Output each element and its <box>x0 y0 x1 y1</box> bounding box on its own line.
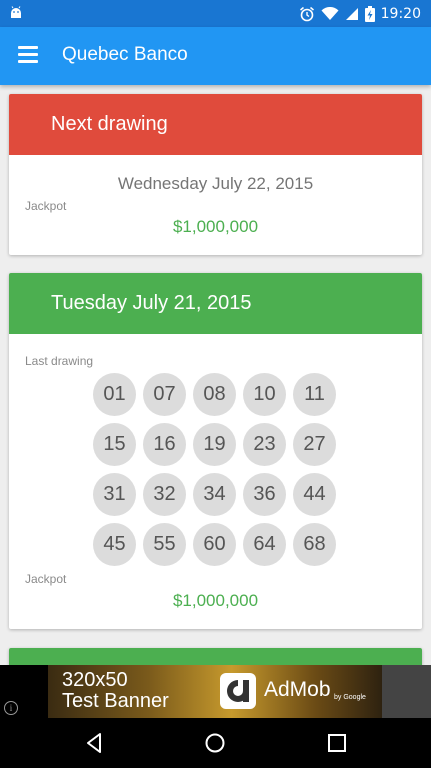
next-drawing-header: Next drawing <box>9 94 422 155</box>
status-time: 19:20 <box>380 5 421 22</box>
admob-logo-icon <box>220 673 256 709</box>
navigation-bar <box>0 718 431 768</box>
cell-signal-icon <box>345 7 358 20</box>
number-ball: 45 <box>93 523 136 566</box>
next-drawing-card: Next drawing Wednesday July 22, 2015 Jac… <box>9 94 422 255</box>
last-drawing-card: Tuesday July 21, 2015 Last drawing 01 07 0… <box>9 273 422 629</box>
drawn-numbers-grid: 01 07 08 10 11 15 16 19 23 27 31 32 34 36 44 45 55 60 64 68 <box>93 373 343 566</box>
jackpot-label: Jackpot <box>25 572 67 586</box>
recents-icon[interactable] <box>325 731 349 755</box>
last-drawing-label: Last drawing <box>25 354 94 368</box>
number-ball: 34 <box>193 473 236 516</box>
number-ball: 36 <box>243 473 286 516</box>
jackpot-value: $1,000,000 <box>172 591 259 610</box>
number-ball: 08 <box>193 373 236 416</box>
battery-charging-icon <box>364 5 375 22</box>
jackpot-label: Jackpot <box>25 199 67 213</box>
ad-banner[interactable]: i 320x50 Test Banner AdMob by Google <box>0 665 431 718</box>
ad-test-label: Test Banner <box>62 690 169 712</box>
ad-side-panel <box>382 665 431 718</box>
last-drawing-header: Tuesday July 21, 2015 <box>9 273 422 334</box>
ad-by-google: by Google <box>334 694 366 701</box>
number-ball: 64 <box>243 523 286 566</box>
number-ball: 27 <box>293 423 336 466</box>
app-title: Quebec Banco <box>62 44 188 65</box>
ad-info-icon[interactable]: i <box>4 701 18 715</box>
number-ball: 31 <box>93 473 136 516</box>
alarm-icon <box>299 6 314 21</box>
number-ball: 01 <box>93 373 136 416</box>
ad-size-label: 320x50 <box>62 669 128 691</box>
number-ball: 60 <box>193 523 236 566</box>
number-ball: 55 <box>143 523 186 566</box>
ad-brand: AdMob <box>264 678 331 701</box>
back-icon[interactable] <box>83 731 107 755</box>
number-ball: 07 <box>143 373 186 416</box>
ad-creative[interactable]: 320x50 Test Banner AdMob by Google <box>48 665 382 718</box>
app-bar: Quebec Banco <box>0 27 431 85</box>
jackpot-value: $1,000,000 <box>172 217 259 236</box>
next-drawing-date: Wednesday July 22, 2015 <box>117 174 314 193</box>
home-icon[interactable] <box>203 731 227 755</box>
ad-text: 320x50 Test Banner <box>62 670 169 712</box>
status-bar: 19:20 <box>0 0 431 27</box>
number-ball: 11 <box>293 373 336 416</box>
number-ball: 23 <box>243 423 286 466</box>
android-debug-icon <box>11 6 21 18</box>
number-ball: 19 <box>193 423 236 466</box>
wifi-icon <box>321 6 339 20</box>
hamburger-menu-icon[interactable] <box>18 46 38 66</box>
number-ball: 16 <box>143 423 186 466</box>
number-ball: 15 <box>93 423 136 466</box>
number-ball: 68 <box>293 523 336 566</box>
number-ball: 44 <box>293 473 336 516</box>
number-ball: 32 <box>143 473 186 516</box>
number-ball: 10 <box>243 373 286 416</box>
